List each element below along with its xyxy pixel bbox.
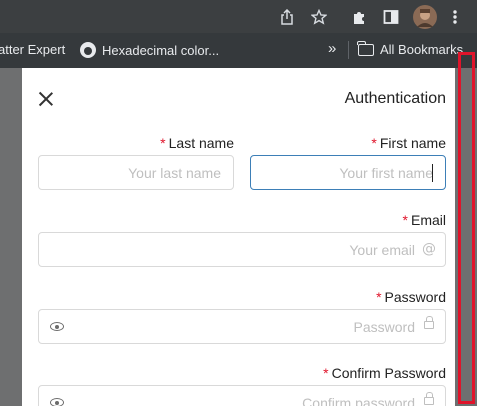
bookmarks-bar: atter Expert Hexadecimal color... » All … [0, 33, 477, 68]
bookmark-label: Hexadecimal color... [102, 42, 220, 58]
required-marker: * [402, 212, 408, 228]
browser-toolbar [0, 0, 477, 33]
email-label: * Email [402, 212, 446, 228]
github-icon [80, 42, 96, 58]
authentication-drawer: Authentication * Last name Your last name… [22, 68, 455, 406]
bookmarks-divider [348, 41, 349, 59]
highlight-frame [458, 52, 475, 404]
extensions-icon[interactable] [348, 6, 370, 28]
first-name-label: * First name [371, 135, 446, 151]
avatar[interactable] [412, 4, 438, 30]
email-placeholder: Your email [349, 242, 415, 258]
close-icon[interactable] [37, 90, 55, 108]
last-name-input[interactable]: Your last name [38, 155, 234, 190]
at-icon: @ [422, 241, 436, 257]
required-marker: * [160, 135, 166, 151]
text-caret [432, 164, 433, 182]
password-placeholder: Password [353, 319, 415, 335]
first-name-input[interactable]: Your first name [250, 155, 446, 190]
confirm-password-placeholder: Confirm password [302, 395, 415, 406]
password-field[interactable]: Password [38, 309, 446, 344]
bookmark-item[interactable]: atter Expert [0, 42, 65, 57]
confirm-password-field[interactable]: Confirm password [38, 385, 446, 406]
bookmark-label: atter Expert [0, 42, 66, 57]
sidepanel-icon[interactable] [380, 6, 402, 28]
eye-icon[interactable] [50, 398, 64, 406]
first-name-placeholder: Your first name [339, 165, 433, 181]
bookmark-item-hexadecimal[interactable]: Hexadecimal color... [80, 42, 219, 58]
email-field[interactable]: Your email @ [38, 232, 446, 267]
password-label: * Password [376, 289, 446, 305]
share-icon[interactable] [276, 6, 298, 28]
lock-icon [424, 316, 434, 329]
last-name-label: * Last name [160, 135, 234, 151]
all-bookmarks-button[interactable]: All Bookmarks [357, 40, 464, 57]
confirm-password-label: * Confirm Password [323, 365, 446, 381]
menu-icon[interactable] [444, 6, 466, 28]
bookmarks-overflow-button[interactable]: » [328, 40, 336, 57]
drawer-title: Authentication [344, 90, 446, 107]
star-icon[interactable] [308, 6, 330, 28]
page-backdrop[interactable] [0, 68, 22, 406]
required-marker: * [371, 135, 377, 151]
required-marker: * [323, 365, 329, 381]
required-marker: * [376, 289, 382, 305]
lock-icon [424, 392, 434, 405]
all-bookmarks-label: All Bookmarks [380, 42, 464, 57]
overflow-icon: » [328, 40, 337, 57]
last-name-placeholder: Your last name [128, 165, 221, 181]
eye-icon[interactable] [50, 322, 64, 331]
folder-icon [357, 40, 374, 56]
